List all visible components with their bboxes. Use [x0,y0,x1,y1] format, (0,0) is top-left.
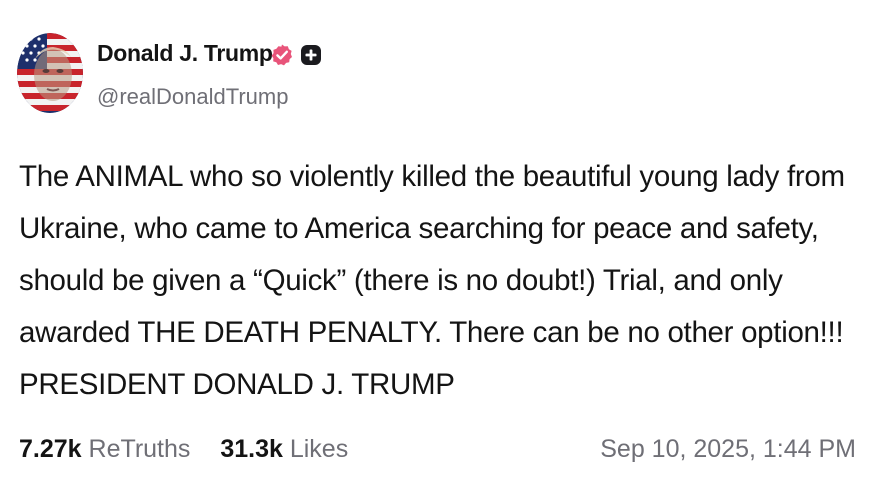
retruths-count: 7.27k [19,435,82,463]
likes-stat[interactable]: 31.3k Likes [213,435,348,463]
avatar-image [17,33,83,113]
post-line: awarded THE DEATH PENALTY. There can be … [19,316,844,349]
likes-count: 31.3k [220,435,283,463]
post-timestamp[interactable]: Sep 10, 2025, 1:44 PM [600,435,856,464]
post-line: PRESIDENT DONALD J. TRUMP [19,368,455,401]
plus-badge-icon [300,44,322,66]
retruths-label: ReTruths [88,435,191,463]
retruths-stat[interactable]: 7.27k ReTruths [19,435,197,463]
display-name[interactable]: Donald J. Trump [97,40,273,67]
verified-badge-icon [270,43,294,67]
post-line: The ANIMAL who so violently killed the b… [19,160,845,193]
avatar[interactable] [17,33,83,113]
post-line: should be given a “Quick” (there is no d… [19,264,783,297]
post-line: Ukraine, who came to America searching f… [19,212,819,245]
post-stats: 7.27k ReTruths 31.3k Likes [19,435,348,464]
user-handle[interactable]: @realDonaldTrump [97,84,288,110]
likes-label: Likes [289,435,349,463]
post-body: The ANIMAL who so violently killed the b… [19,151,869,411]
truth-post: Donald J. Trump @realDonaldTrump The ANI… [0,0,878,492]
